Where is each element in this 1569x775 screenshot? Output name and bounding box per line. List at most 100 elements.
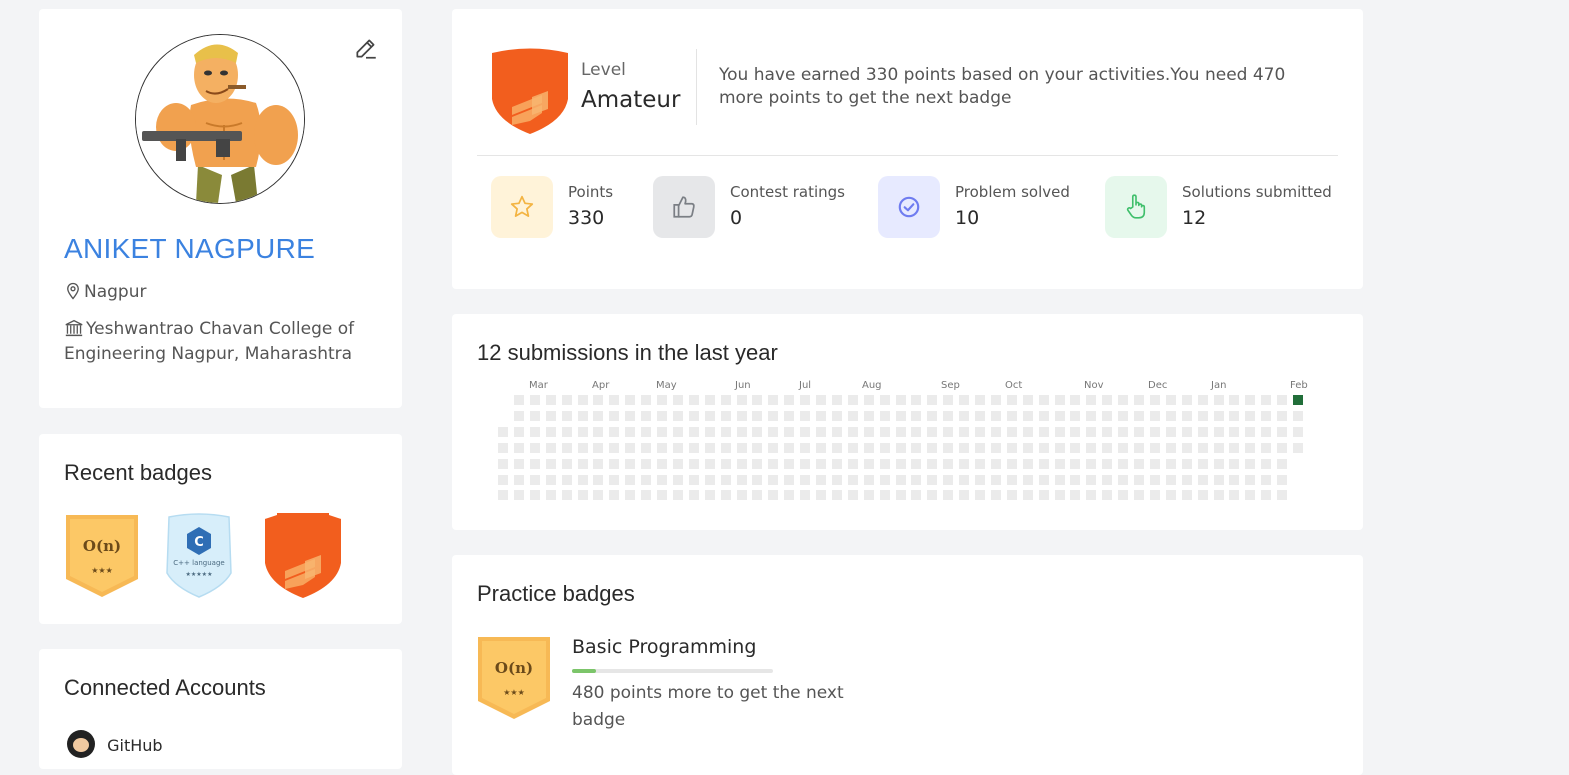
heatmap-cell[interactable]: [689, 443, 699, 453]
heatmap-cell[interactable]: [1118, 443, 1128, 453]
heatmap-cell[interactable]: [689, 411, 699, 421]
heatmap-cell[interactable]: [1070, 443, 1080, 453]
heatmap-cell[interactable]: [1070, 395, 1080, 405]
heatmap-cell[interactable]: [864, 459, 874, 469]
heatmap-cell[interactable]: [1134, 443, 1144, 453]
heatmap-cell[interactable]: [1102, 427, 1112, 437]
heatmap-cell[interactable]: [1102, 475, 1112, 485]
heatmap-cell[interactable]: [848, 411, 858, 421]
heatmap-cell[interactable]: [625, 427, 635, 437]
heatmap-cell[interactable]: [562, 490, 572, 500]
heatmap-cell[interactable]: [625, 443, 635, 453]
heatmap-cell[interactable]: [1229, 459, 1239, 469]
heatmap-cell[interactable]: [578, 427, 588, 437]
heatmap-cell[interactable]: [1150, 411, 1160, 421]
heatmap-cell[interactable]: [737, 395, 747, 405]
heatmap-cell[interactable]: [880, 459, 890, 469]
heatmap-cell[interactable]: [1245, 427, 1255, 437]
heatmap-cell[interactable]: [1229, 395, 1239, 405]
heatmap-cell[interactable]: [578, 490, 588, 500]
heatmap-cell[interactable]: [816, 459, 826, 469]
heatmap-cell[interactable]: [1007, 395, 1017, 405]
heatmap-cell[interactable]: [991, 490, 1001, 500]
heatmap-cell[interactable]: [514, 475, 524, 485]
heatmap-cell[interactable]: [1150, 395, 1160, 405]
heatmap-cell[interactable]: [896, 475, 906, 485]
heatmap-cell[interactable]: [896, 395, 906, 405]
heatmap-cell[interactable]: [1039, 490, 1049, 500]
heatmap-cell[interactable]: [1118, 475, 1128, 485]
heatmap-cell[interactable]: [1166, 443, 1176, 453]
heatmap-cell[interactable]: [752, 475, 762, 485]
heatmap-cell[interactable]: [705, 395, 715, 405]
heatmap-cell[interactable]: [959, 443, 969, 453]
heatmap-cell[interactable]: [689, 395, 699, 405]
heatmap-cell[interactable]: [1261, 459, 1271, 469]
heatmap-cell[interactable]: [737, 411, 747, 421]
heatmap-cell[interactable]: [593, 411, 603, 421]
heatmap-cell[interactable]: [896, 443, 906, 453]
heatmap-cell[interactable]: [896, 411, 906, 421]
heatmap-cell[interactable]: [784, 475, 794, 485]
heatmap-cell[interactable]: [1086, 443, 1096, 453]
heatmap-cell[interactable]: [498, 475, 508, 485]
heatmap-cell[interactable]: [911, 443, 921, 453]
heatmap-cell[interactable]: [625, 395, 635, 405]
heatmap-cell[interactable]: [752, 395, 762, 405]
heatmap-cell[interactable]: [991, 411, 1001, 421]
heatmap-cell[interactable]: [673, 475, 683, 485]
heatmap-cell[interactable]: [816, 443, 826, 453]
heatmap-cell[interactable]: [896, 490, 906, 500]
heatmap-cell[interactable]: [896, 459, 906, 469]
heatmap-cell[interactable]: [1214, 395, 1224, 405]
heatmap-cell[interactable]: [689, 459, 699, 469]
heatmap-cell[interactable]: [705, 411, 715, 421]
heatmap-cell[interactable]: [657, 490, 667, 500]
heatmap-cell[interactable]: [1277, 490, 1287, 500]
heatmap-cell[interactable]: [864, 395, 874, 405]
heatmap-cell[interactable]: [1245, 459, 1255, 469]
heatmap-cell[interactable]: [1277, 411, 1287, 421]
heatmap-cell[interactable]: [848, 490, 858, 500]
heatmap-cell[interactable]: [546, 459, 556, 469]
heatmap-cell[interactable]: [1007, 427, 1017, 437]
heatmap-cell[interactable]: [657, 459, 667, 469]
heatmap-cell[interactable]: [1102, 443, 1112, 453]
heatmap-cell[interactable]: [1055, 411, 1065, 421]
heatmap-cell[interactable]: [1086, 475, 1096, 485]
heatmap-cell[interactable]: [1166, 459, 1176, 469]
heatmap-cell[interactable]: [991, 475, 1001, 485]
heatmap-cell[interactable]: [1134, 427, 1144, 437]
heatmap-cell[interactable]: [1214, 427, 1224, 437]
heatmap-cell[interactable]: [737, 443, 747, 453]
heatmap-cell[interactable]: [530, 427, 540, 437]
heatmap-cell[interactable]: [593, 427, 603, 437]
heatmap-cell[interactable]: [975, 490, 985, 500]
heatmap-cell[interactable]: [562, 411, 572, 421]
heatmap-cell[interactable]: [1261, 443, 1271, 453]
heatmap-cell[interactable]: [816, 427, 826, 437]
heatmap-cell[interactable]: [1055, 443, 1065, 453]
heatmap-cell[interactable]: [609, 490, 619, 500]
heatmap-cell[interactable]: [896, 427, 906, 437]
heatmap-cell[interactable]: [689, 475, 699, 485]
heatmap-cell[interactable]: [816, 475, 826, 485]
heatmap-cell[interactable]: [1070, 411, 1080, 421]
heatmap-cell[interactable]: [625, 459, 635, 469]
heatmap-cell[interactable]: [1118, 427, 1128, 437]
heatmap-cell[interactable]: [530, 459, 540, 469]
heatmap-cell[interactable]: [1198, 475, 1208, 485]
heatmap-cell[interactable]: [562, 395, 572, 405]
heatmap-cell[interactable]: [673, 411, 683, 421]
heatmap-cell[interactable]: [1166, 395, 1176, 405]
heatmap-cell[interactable]: [1182, 459, 1192, 469]
heatmap-cell[interactable]: [768, 427, 778, 437]
heatmap-cell[interactable]: [625, 411, 635, 421]
heatmap-cell[interactable]: [1070, 459, 1080, 469]
heatmap-cell[interactable]: [1023, 459, 1033, 469]
heatmap-cell[interactable]: [800, 459, 810, 469]
heatmap-cell[interactable]: [768, 443, 778, 453]
heatmap-cell[interactable]: [578, 475, 588, 485]
heatmap-cell[interactable]: [593, 395, 603, 405]
heatmap-cell[interactable]: [1182, 427, 1192, 437]
